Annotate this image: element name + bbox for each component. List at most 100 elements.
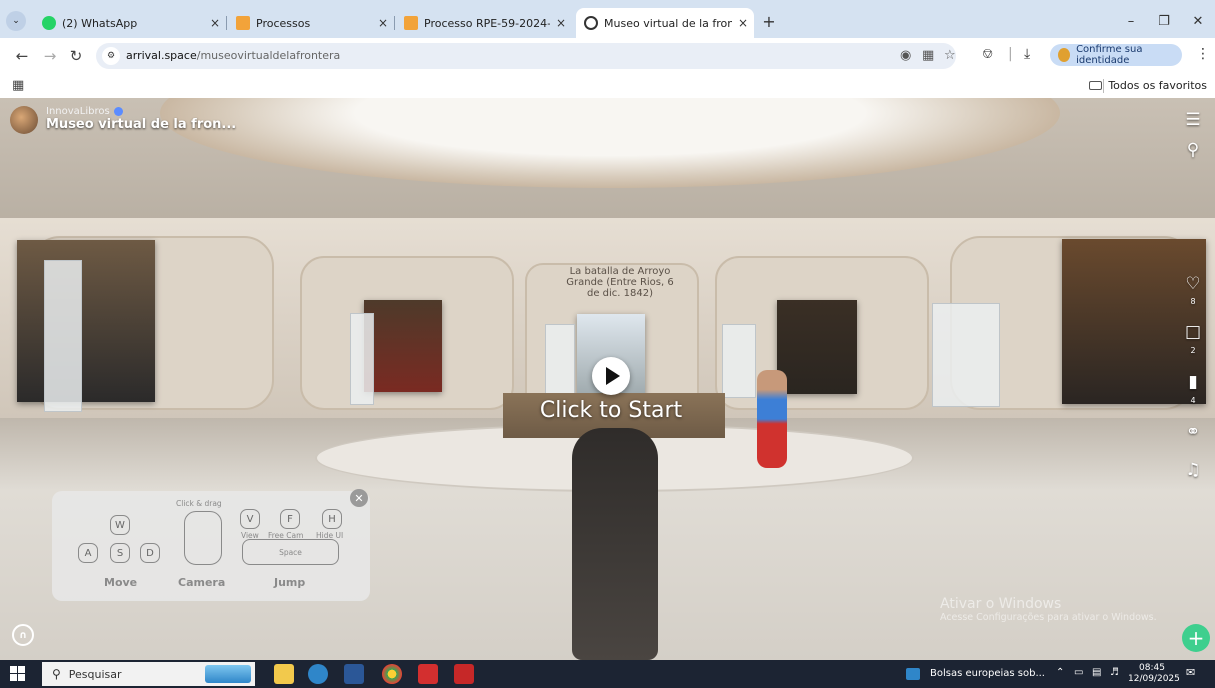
location-icon[interactable]: ◉ [900,48,911,63]
tab-close-button[interactable]: × [372,16,394,30]
space-owner-avatar[interactable] [10,106,38,134]
profile-avatar [1058,48,1071,62]
arrival-logo-icon[interactable]: ∩ [12,624,34,646]
forward-button[interactable]: → [40,46,60,66]
notification-icon[interactable]: ✉ [1186,666,1202,682]
heart-icon[interactable]: ♡ [1177,274,1209,294]
url-text[interactable]: arrival.space/museovirtualdelafrontera [126,49,340,62]
toolbar: ← → ↻ ⚙ arrival.space/museovirtualdelafr… [0,38,1215,74]
site-info-icon[interactable]: ⚙ [102,47,120,65]
taskbar-search[interactable]: ⚲ Pesquisar [42,662,255,686]
profile-label: Confirme sua identidade [1076,44,1143,66]
info-panel[interactable] [932,303,1000,407]
tab-whatsapp[interactable]: (2) WhatsApp × [34,8,226,38]
tab-close-button[interactable]: × [204,16,226,30]
translate-icon[interactable]: ▦ [922,48,934,63]
info-panel[interactable] [44,260,82,412]
file-explorer-icon[interactable] [274,664,294,684]
menu-icon[interactable]: ☰ [1177,110,1209,130]
volume-icon[interactable]: ♬ [1110,667,1119,678]
watermark-title: Ativar o Windows [940,596,1062,612]
close-icon[interactable]: ✕ [350,489,368,507]
tab-strip: ⌄ (2) WhatsApp × Processos × Processo RP… [0,0,1215,38]
bookmark-star-icon[interactable]: ☆ [944,48,956,63]
clock-date: 12/09/2025 [1128,674,1180,684]
folder-icon [1089,81,1103,90]
windows-taskbar: ⚲ Pesquisar Bolsas europeias sob... ⌃ ▭ … [0,660,1215,688]
address-bar[interactable]: ⚙ arrival.space/museovirtualdelafrontera… [96,43,956,69]
news-widget-label[interactable]: Bolsas europeias sob... [930,668,1045,679]
back-button[interactable]: ← [12,46,32,66]
controls-help-panel: W A S D Move Click & drag Camera V F H V… [52,489,370,601]
tab-processos[interactable]: Processos × [228,8,394,38]
clock[interactable]: 08:45 12/09/2025 [1128,663,1180,685]
portrait-painting[interactable] [364,300,442,392]
play-button[interactable] [592,357,630,395]
tab-museo-virtual[interactable]: Museo virtual de la frontera by × [576,8,754,38]
tab-close-button[interactable]: × [732,16,754,30]
profile-button[interactable]: Confirme sua identidade [1050,44,1182,66]
comments-count: 2 [1190,346,1196,355]
url-domain: arrival.space [126,49,197,62]
portrait-painting[interactable] [17,240,155,402]
space-owner[interactable]: InnovaLibros [46,106,123,117]
tab-search-button[interactable]: ⌄ [6,11,26,31]
comment-icon[interactable]: □ [1177,322,1209,342]
portrait-painting[interactable] [777,300,857,394]
clock-time: 08:45 [1139,663,1165,673]
jump-label: Jump [274,576,306,589]
processos-icon [404,16,418,30]
key-v: V [240,509,260,529]
player-avatar [572,428,658,660]
share-icon[interactable]: ⚭ [1177,422,1209,442]
key-w: W [110,515,130,535]
museum-3d-viewport[interactable]: La batalla de Arroyo Grande (Entre Rios,… [0,98,1215,660]
play-icon [606,367,620,385]
key-h: H [322,509,342,529]
move-label: Move [104,576,138,589]
space-title: Museo virtual de la fron... [46,117,237,132]
bookmark-icon[interactable]: ▮ [1177,372,1209,392]
news-widget-icon[interactable] [906,668,920,680]
click-to-start-label[interactable]: Click to Start [500,398,722,423]
key-d: D [140,543,160,563]
npc-avatar [757,370,787,468]
mcafee-icon[interactable] [454,664,474,684]
menu-kebab-icon[interactable]: ⋮ [1196,46,1210,62]
network-icon[interactable]: ▤ [1092,667,1101,678]
search-icon[interactable]: ⚲ [1177,140,1209,160]
whatsapp-icon [42,16,56,30]
new-tab-button[interactable]: + [758,10,780,32]
restore-button[interactable]: ❐ [1148,8,1180,34]
download-icon[interactable]: ⤓ [1024,46,1030,62]
info-panel[interactable] [722,324,756,398]
windows-start-icon[interactable] [10,666,26,682]
search-icon: ⚲ [52,667,61,681]
likes-count: 8 [1190,297,1196,306]
all-bookmarks-folder[interactable]: Todos os favoritos [1089,79,1207,92]
minimize-button[interactable]: – [1115,8,1147,34]
tab-processo-rpe[interactable]: Processo RPE-59-2024-2024-34 × [396,8,572,38]
info-panel[interactable] [350,313,374,405]
tray-chevron-icon[interactable]: ⌃ [1056,667,1064,678]
tab-close-button[interactable]: × [550,16,572,30]
battery-icon[interactable]: ▭ [1074,667,1083,678]
tab-separator [394,16,395,30]
chrome-icon[interactable] [382,664,402,684]
camera-label: Camera [178,576,226,589]
mic-muted-icon[interactable]: ♫ [1177,460,1209,480]
close-window-button[interactable]: ✕ [1182,8,1214,34]
key-s: S [110,543,130,563]
edge-icon[interactable] [308,664,328,684]
acrobat-icon[interactable] [418,664,438,684]
info-panel[interactable] [545,324,575,404]
add-button[interactable]: + [1182,624,1210,652]
key-a: A [78,543,98,563]
extensions-icon[interactable]: ⎊ [982,46,993,62]
word-icon[interactable] [344,664,364,684]
reload-button[interactable]: ↻ [66,46,86,66]
apps-grid-icon[interactable]: ▦ [12,78,24,93]
bookmarks-bar: ▦ Todos os favoritos [0,74,1215,99]
key-f: F [280,509,300,529]
tab-title: Processos [256,16,311,30]
